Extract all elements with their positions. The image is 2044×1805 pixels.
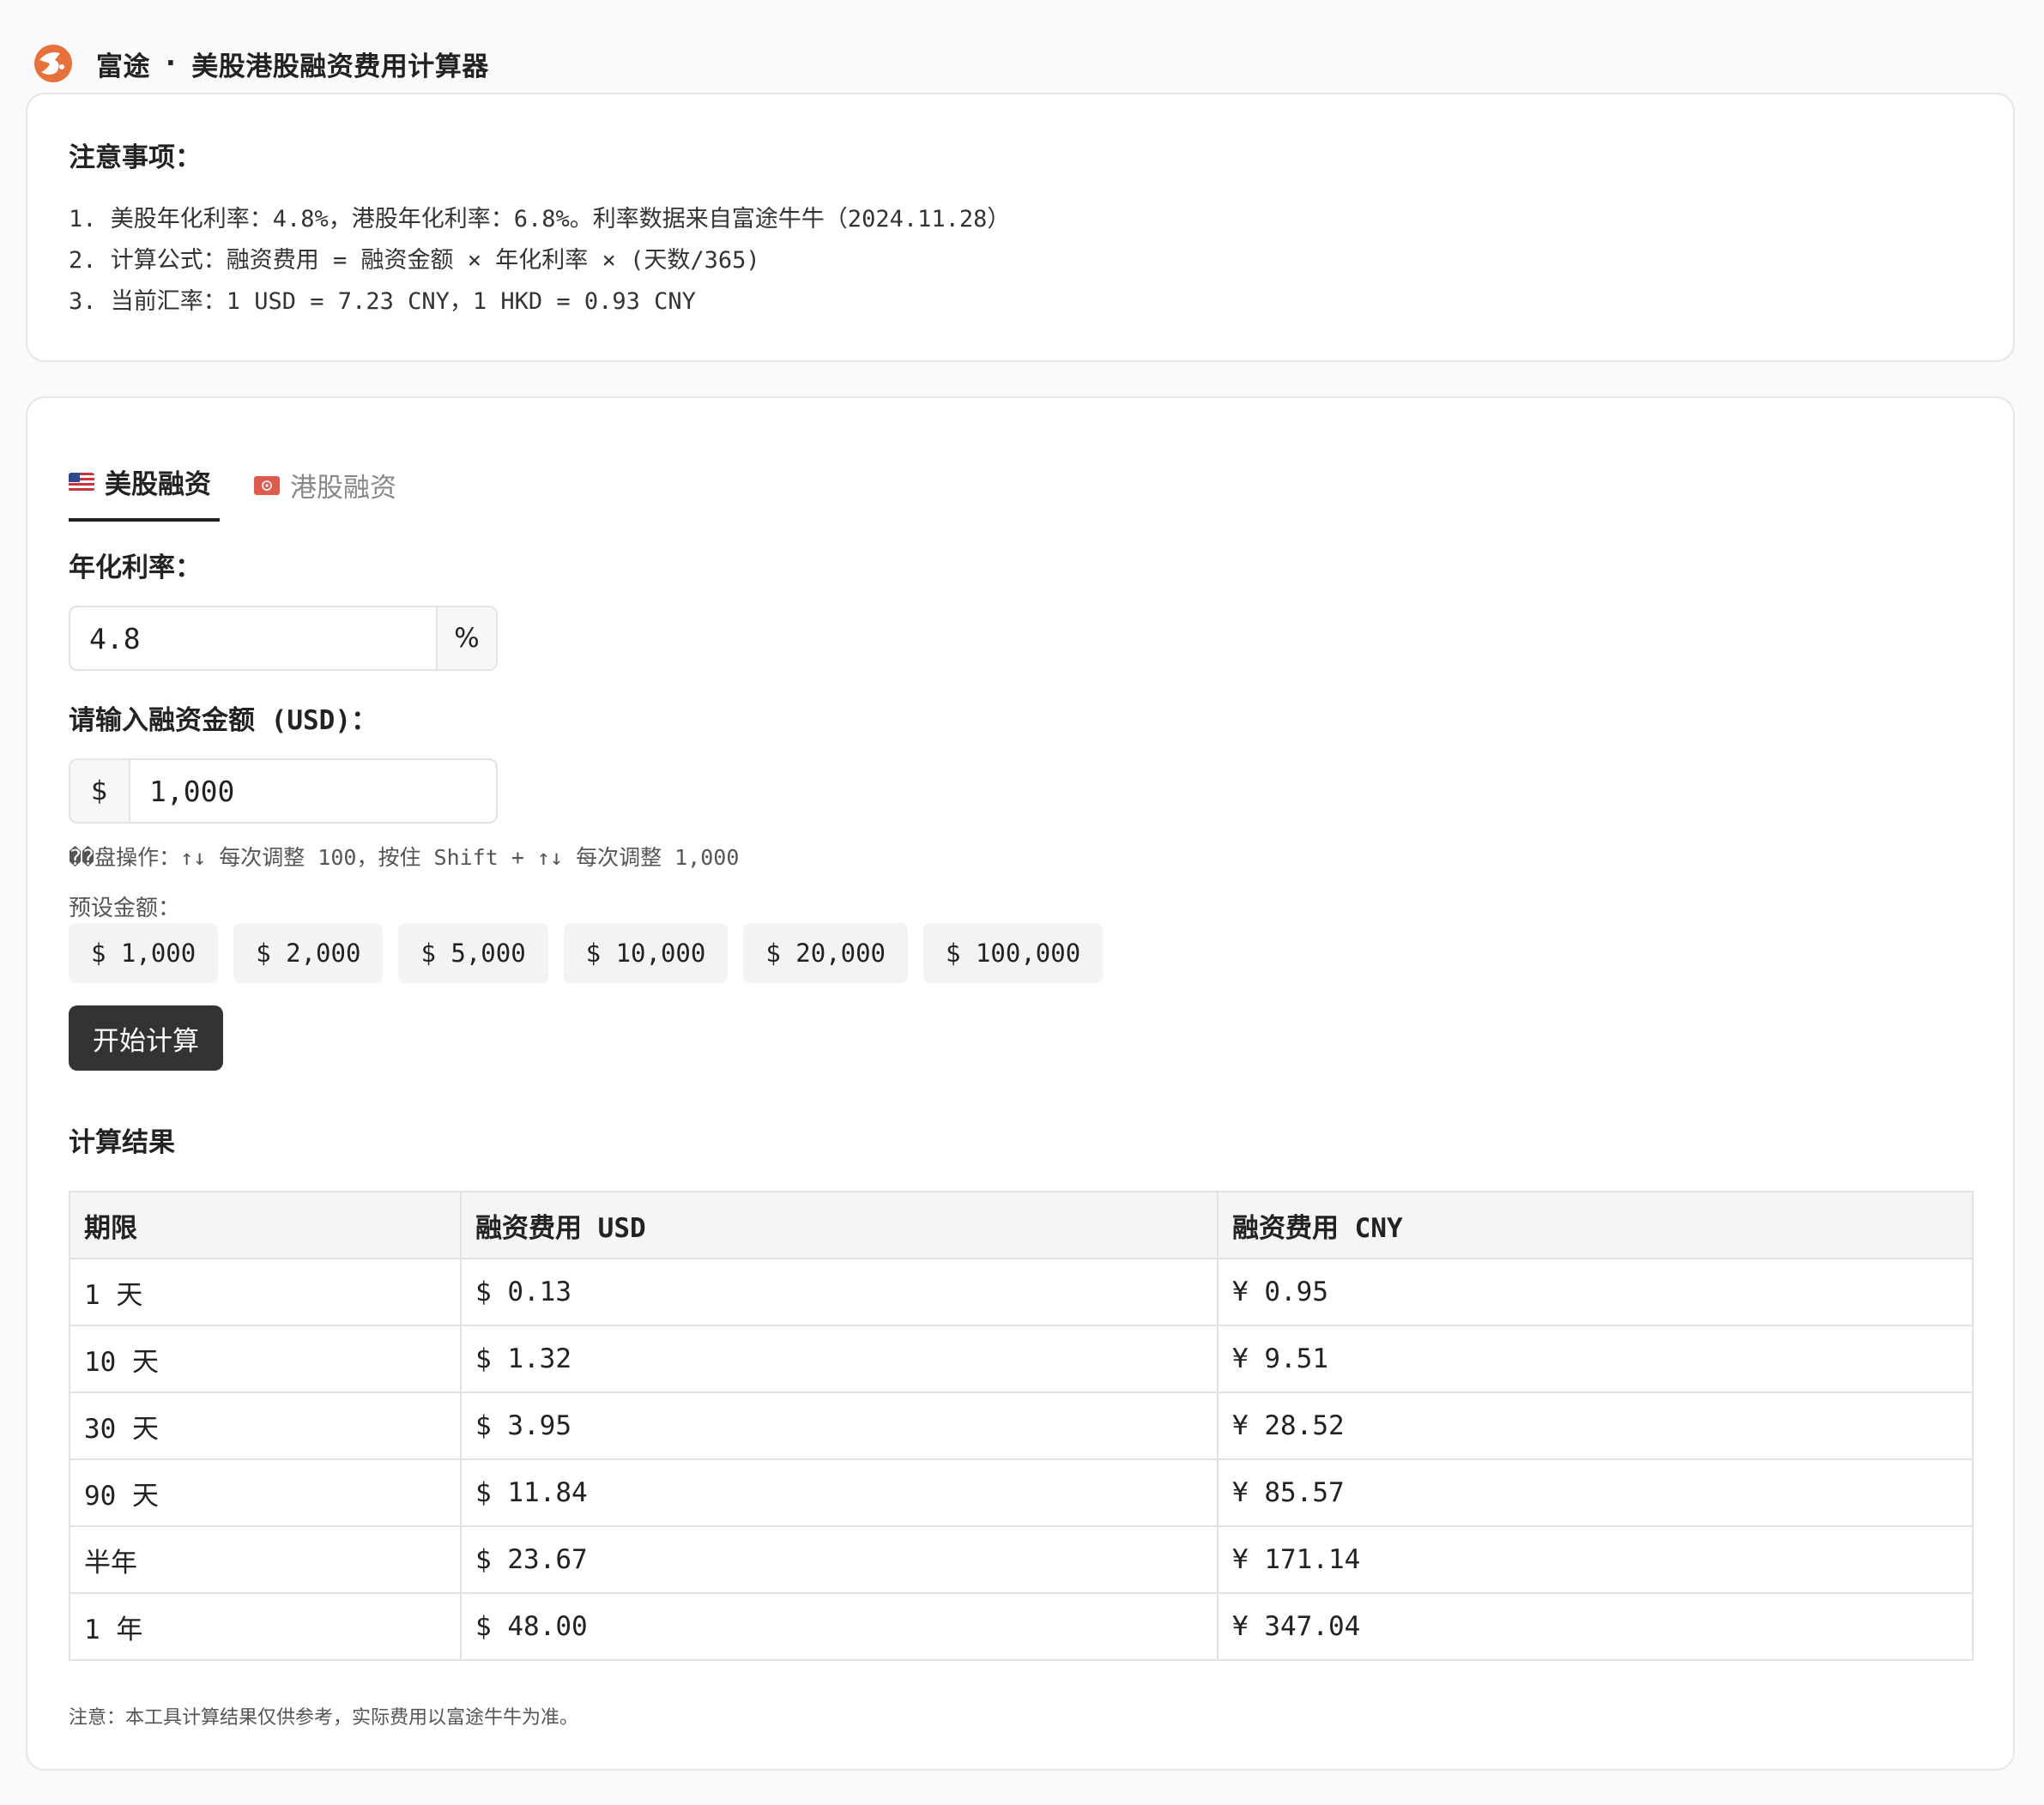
results-title: 计算结果 [69, 1127, 175, 1158]
cny-cell: ¥ 85.57 [1217, 1458, 1974, 1527]
brand-name: 富途 [96, 51, 150, 82]
note-item: 2. 计算公式：融资费用 = 融资金额 × 年化利率 × (天数/365) [69, 247, 760, 274]
preset-amounts: $ 1,000 $ 2,000 $ 5,000 $ 10,000 $ 20,00… [69, 923, 1118, 983]
period-cell: 1 年 [69, 1592, 462, 1661]
keyboard-hint: ��盘操作：↑↓ 每次调整 100，按住 Shift + ↑↓ 每次调整 1,0… [69, 845, 740, 870]
cny-cell: ¥ 9.51 [1217, 1325, 1974, 1393]
usd-cell: $ 3.95 [460, 1391, 1219, 1460]
cny-cell: ¥ 28.52 [1217, 1391, 1974, 1460]
period-cell: 10 天 [69, 1325, 462, 1393]
usd-cell: $ 11.84 [460, 1458, 1219, 1527]
hk-flag-icon [254, 475, 280, 495]
title-separator: · [166, 48, 177, 79]
rate-input-group: % [69, 606, 498, 671]
usd-cell: $ 23.67 [460, 1525, 1219, 1594]
dollar-prefix: $ [70, 760, 130, 822]
calculator-card: 美股融资 港股融资 年化利率： % 请输入融资金额 (USD)： $ ��盘操作… [26, 396, 2015, 1771]
notes-list: 1. 美股年化利率：4.8%，港股年化利率：6.8%。利率数据来自富途牛牛（20… [69, 199, 1010, 323]
preset-button[interactable]: $ 1,000 [69, 923, 219, 983]
percent-unit: % [436, 607, 496, 669]
calculate-button[interactable]: 开始计算 [69, 1005, 223, 1071]
page-title: 美股港股融资费用计算器 [191, 51, 489, 82]
header-fee-cny: 融资费用 CNY [1217, 1191, 1974, 1259]
period-cell: 90 天 [69, 1458, 462, 1527]
table-row: 90 天 $ 11.84 ¥ 85.57 [69, 1458, 1974, 1527]
cny-cell: ¥ 347.04 [1217, 1592, 1974, 1661]
market-tabs: 美股融资 港股融资 [69, 453, 431, 522]
table-row: 1 年 $ 48.00 ¥ 347.04 [69, 1592, 1974, 1661]
tab-label: 港股融资 [290, 473, 396, 504]
tab-hk-margin[interactable]: 港股融资 [254, 466, 396, 522]
note-item: 1. 美股年化利率：4.8%，港股年化利率：6.8%。利率数据来自富途牛牛（20… [69, 206, 1011, 232]
disclaimer-note: 注意：本工具计算结果仅供参考，实际费用以富途牛牛为准。 [69, 1707, 579, 1729]
usd-cell: $ 48.00 [460, 1592, 1219, 1661]
period-cell: 1 天 [69, 1258, 462, 1326]
rate-label: 年化利率： [69, 552, 202, 583]
results-table: 期限 融资费用 USD 融资费用 CNY 1 天 $ 0.13 ¥ 0.95 1… [69, 1191, 1974, 1661]
table-row: 10 天 $ 1.32 ¥ 9.51 [69, 1325, 1974, 1393]
notes-title: 注意事项： [69, 142, 202, 173]
preset-button[interactable]: $ 2,000 [233, 923, 384, 983]
notes-card: 注意事项： 1. 美股年化利率：4.8%，港股年化利率：6.8%。利率数据来自富… [26, 93, 2015, 362]
usd-cell: $ 0.13 [460, 1258, 1219, 1326]
preset-button[interactable]: $ 10,000 [563, 923, 729, 983]
preset-button[interactable]: $ 100,000 [923, 923, 1104, 983]
header-period: 期限 [69, 1191, 462, 1259]
cny-cell: ¥ 0.95 [1217, 1258, 1974, 1326]
note-item: 3. 当前汇率：1 USD = 7.23 CNY，1 HKD = 0.93 CN… [69, 288, 696, 315]
amount-input[interactable] [130, 760, 496, 822]
header-fee-usd: 融资费用 USD [460, 1191, 1219, 1259]
preset-button[interactable]: $ 5,000 [398, 923, 548, 983]
table-row: 1 天 $ 0.13 ¥ 0.95 [69, 1258, 1974, 1326]
futu-logo-icon [34, 45, 72, 82]
usd-cell: $ 1.32 [460, 1325, 1219, 1393]
preset-label: 预设金额： [69, 896, 181, 921]
amount-input-group: $ [69, 758, 498, 824]
tab-label: 美股融资 [105, 469, 211, 500]
table-row: 半年 $ 23.67 ¥ 171.14 [69, 1525, 1974, 1594]
table-header-row: 期限 融资费用 USD 融资费用 CNY [69, 1191, 1974, 1259]
page-header: 富途 · 美股港股融资费用计算器 [31, 38, 489, 89]
preset-button[interactable]: $ 20,000 [743, 923, 909, 983]
period-cell: 半年 [69, 1525, 462, 1594]
period-cell: 30 天 [69, 1391, 462, 1460]
us-flag-icon [69, 472, 94, 492]
table-row: 30 天 $ 3.95 ¥ 28.52 [69, 1391, 1974, 1460]
tab-us-margin[interactable]: 美股融资 [69, 462, 220, 522]
cny-cell: ¥ 171.14 [1217, 1525, 1974, 1594]
rate-input[interactable] [70, 607, 436, 669]
amount-label: 请输入融资金额 (USD)： [69, 705, 378, 736]
